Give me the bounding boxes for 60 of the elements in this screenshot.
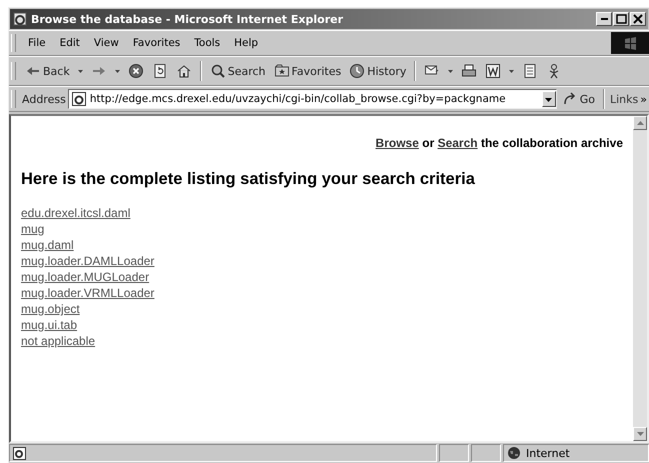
- folder-star-icon: [274, 63, 290, 79]
- nav-link[interactable]: Search: [438, 136, 478, 150]
- home-icon: [176, 63, 192, 79]
- ie-page-icon: [12, 11, 28, 27]
- caret-icon: [447, 68, 454, 74]
- window-title: Browse the database - Microsoft Internet Explorer: [31, 12, 344, 26]
- globe-icon: [506, 445, 522, 461]
- package-link[interactable]: mug.loader.MUGLoader: [21, 269, 150, 285]
- clock-icon: [349, 63, 366, 79]
- close-button[interactable]: [630, 12, 646, 26]
- zone-label: Internet: [526, 446, 570, 460]
- package-link[interactable]: mug.object: [21, 301, 80, 317]
- windows-flag-icon: [622, 35, 638, 51]
- menu-item[interactable]: File: [22, 35, 52, 51]
- caret-icon: [508, 68, 516, 74]
- page-icon: [12, 445, 28, 461]
- page-heading: Here is the complete listing satisfying your search criteria: [21, 170, 476, 189]
- page-icon: [70, 91, 87, 107]
- search-button[interactable]: Search: [206, 62, 269, 80]
- printer-icon: [461, 63, 478, 79]
- menu-item[interactable]: Edit: [54, 35, 86, 51]
- up-arrow-icon: [636, 119, 644, 127]
- minimize-button[interactable]: [596, 12, 612, 26]
- page-nav-sentence: Browse or Search the collaboration archive: [374, 136, 623, 150]
- vertical-scrollbar[interactable]: [633, 116, 647, 441]
- package-link[interactable]: mug.loader.DAMLLoader: [21, 253, 154, 269]
- down-arrow-icon: [636, 430, 644, 438]
- package-link[interactable]: mug.daml: [21, 237, 74, 253]
- maximize-icon: [614, 12, 628, 26]
- menu-item[interactable]: Favorites: [126, 35, 186, 51]
- package-link[interactable]: mug.ui.tab: [21, 317, 78, 333]
- back-button[interactable]: Back: [22, 62, 73, 80]
- caret-icon: [114, 68, 121, 74]
- package-link[interactable]: mug.loader.VRMLLoader: [21, 285, 154, 301]
- chevron-button[interactable]: »: [640, 92, 649, 106]
- menu-item[interactable]: Tools: [188, 35, 226, 51]
- links-label[interactable]: Links: [610, 92, 638, 106]
- status-panel: [439, 444, 469, 462]
- history-button[interactable]: History: [346, 62, 410, 80]
- maximize-button[interactable]: [613, 12, 629, 26]
- caret-icon: [76, 68, 84, 74]
- go-button[interactable]: Go: [558, 90, 598, 108]
- menu-item[interactable]: View: [88, 35, 125, 51]
- arrow-icon: [562, 91, 578, 107]
- favorites-button[interactable]: Favorites: [270, 62, 344, 80]
- minimize-icon: [600, 18, 608, 20]
- address-label: Address: [22, 92, 66, 106]
- package-link[interactable]: edu.drexel.itcsl.daml: [21, 205, 130, 221]
- address-field[interactable]: http://edge.mcs.drexel.edu/uvzaychi/cgi-bin/collab_browse.cgi?by=packgname: [68, 89, 557, 109]
- refresh-icon: [152, 63, 168, 79]
- status-panel: [471, 444, 501, 462]
- menu-item[interactable]: Help: [228, 35, 264, 51]
- package-link[interactable]: mug: [21, 221, 44, 237]
- nav-link[interactable]: Browse: [376, 136, 419, 150]
- package-link[interactable]: not applicable: [21, 333, 96, 349]
- document-icon: [522, 63, 538, 79]
- close-icon: [631, 12, 645, 26]
- search-icon: [210, 63, 226, 79]
- stop-icon: [128, 63, 144, 79]
- document-w-icon: [485, 63, 502, 79]
